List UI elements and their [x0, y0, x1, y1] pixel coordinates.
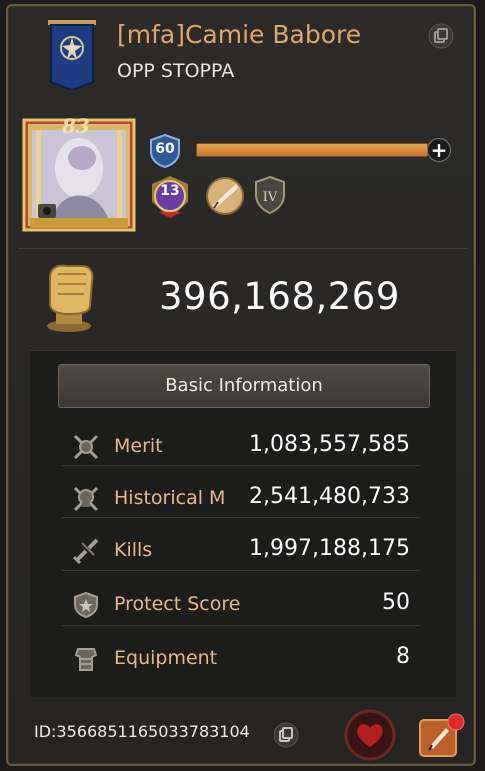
info-value: 50	[382, 590, 410, 615]
basic-info-header: Basic Information	[58, 364, 430, 408]
player-id: ID:3566851165033783104	[34, 722, 250, 741]
basic-info-title: Basic Information	[165, 375, 323, 396]
info-value: 1,997,188,175	[249, 536, 410, 561]
player-name: [mfa]Camie Babore	[117, 20, 362, 49]
like-heart-button[interactable]	[344, 709, 396, 761]
info-row-equipment[interactable]: Equipment 8	[68, 638, 418, 682]
alliance-banner-icon	[48, 20, 96, 90]
skull-swords-icon	[73, 486, 99, 512]
info-label: Historical M	[114, 487, 226, 509]
info-row-historical-merit[interactable]: Historical M 2,541,480,733	[68, 478, 418, 522]
info-value: 8	[396, 644, 410, 669]
add-experience-button[interactable]: +	[427, 138, 451, 162]
alliance-name: OPP STOPPA	[117, 60, 235, 82]
fist-trophy-icon	[47, 264, 94, 332]
quill-scroll-icon[interactable]	[204, 176, 246, 216]
level-value: 60	[155, 141, 175, 157]
rank-numeral: IV	[263, 190, 278, 205]
info-row-protect-score[interactable]: Protect Score 50	[68, 584, 418, 628]
info-label: Protect Score	[114, 593, 241, 615]
armor-icon	[74, 648, 98, 671]
info-row-kills[interactable]: Kills 1,997,188,175	[68, 530, 418, 574]
portrait-number: 83	[62, 114, 90, 138]
row-divider	[62, 517, 420, 518]
vip-level: 13	[160, 183, 180, 199]
power-value: 396,168,269	[159, 275, 400, 318]
rank-shield-icon[interactable]: IV	[253, 175, 287, 215]
copy-id-icon[interactable]	[273, 722, 299, 748]
broken-sword-icon	[72, 538, 99, 565]
copy-icon[interactable]	[428, 23, 454, 49]
info-value: 1,083,557,585	[249, 432, 410, 457]
edit-quill-button[interactable]	[418, 712, 468, 760]
shield-icon	[74, 591, 98, 619]
info-label: Equipment	[114, 647, 218, 669]
experience-fill	[197, 144, 427, 156]
row-divider	[62, 465, 420, 466]
experience-bar	[196, 143, 428, 157]
row-divider	[62, 570, 420, 571]
crossed-swords-shield-icon	[73, 434, 99, 460]
info-label: Kills	[114, 539, 153, 561]
row-divider	[62, 625, 420, 626]
info-row-merit[interactable]: Merit 1,083,557,585	[68, 426, 418, 470]
info-label: Merit	[114, 435, 163, 457]
divider	[18, 248, 468, 249]
info-value: 2,541,480,733	[245, 484, 410, 509]
